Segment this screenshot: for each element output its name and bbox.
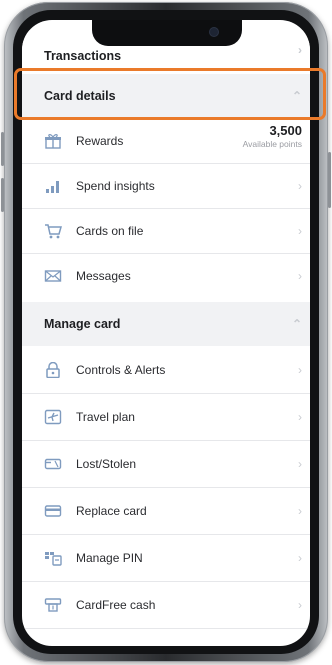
section-title: Manage card [44,317,121,331]
chevron-up-icon: ⌃ [291,317,302,331]
list-item-travel-plan[interactable]: Travel plan › [22,394,310,440]
plane-icon [44,409,62,425]
shopping-cart-icon [44,223,62,239]
highlight-box [14,68,326,120]
list-item-label: Travel plan [76,410,135,424]
list-item-lost-stolen[interactable]: Lost/Stolen › [22,441,310,487]
rewards-points: 3,500 Available points [243,123,302,149]
list-item-spend-insights[interactable]: Spend insights › [22,164,310,208]
list-item-manage-pin[interactable]: Manage PIN › [22,535,310,581]
chevron-right-icon: › [298,598,302,612]
chevron-right-icon: › [298,224,302,238]
list-item-messages[interactable]: Messages › [22,254,310,298]
list-item-label: Lost/Stolen [76,457,137,471]
bar-chart-icon [44,178,62,194]
section-manage-card[interactable]: Manage card ⌃ [22,302,310,346]
volume-button [1,178,4,212]
lost-card-icon [44,456,62,472]
notch [92,20,242,46]
envelope-icon [44,268,62,284]
chevron-right-icon: › [298,504,302,518]
list-item-label: Cards on file [76,224,144,238]
chevron-right-icon: › [298,551,302,565]
chevron-right-icon: › [298,410,302,424]
list-item-replace-card[interactable]: Replace card › [22,488,310,534]
volume-button [1,132,4,166]
list-item-label: Manage PIN [76,551,143,565]
divider [22,628,310,629]
section-title: Transactions [44,49,122,63]
chevron-right-icon: › [298,363,302,377]
list-item-label: Replace card [76,504,147,518]
list-item-cards-on-file[interactable]: Cards on file › [22,209,310,253]
power-button [328,152,331,208]
chevron-right-icon: › [298,43,302,57]
atm-icon [44,597,62,613]
gift-icon [44,133,62,149]
pin-keypad-icon [44,550,62,566]
points-value: 3,500 [269,123,302,138]
list-item-cardfree-cash[interactable]: CardFree cash › [22,582,310,628]
list-item-rewards[interactable]: Rewards 3,500 Available points [22,119,310,163]
list-item-label: CardFree cash [76,598,156,612]
list-item-controls-alerts[interactable]: Controls & Alerts › [22,347,310,393]
chevron-right-icon: › [298,457,302,471]
chevron-right-icon: › [298,269,302,283]
points-label: Available points [242,139,302,149]
list-item-label: Spend insights [76,179,155,193]
list-item-label: Messages [76,269,131,283]
list-item-label: Rewards [76,134,124,148]
card-icon [44,503,62,519]
lock-icon [44,362,62,378]
list-item-label: Controls & Alerts [76,363,166,377]
camera [210,28,218,36]
chevron-right-icon: › [298,179,302,193]
